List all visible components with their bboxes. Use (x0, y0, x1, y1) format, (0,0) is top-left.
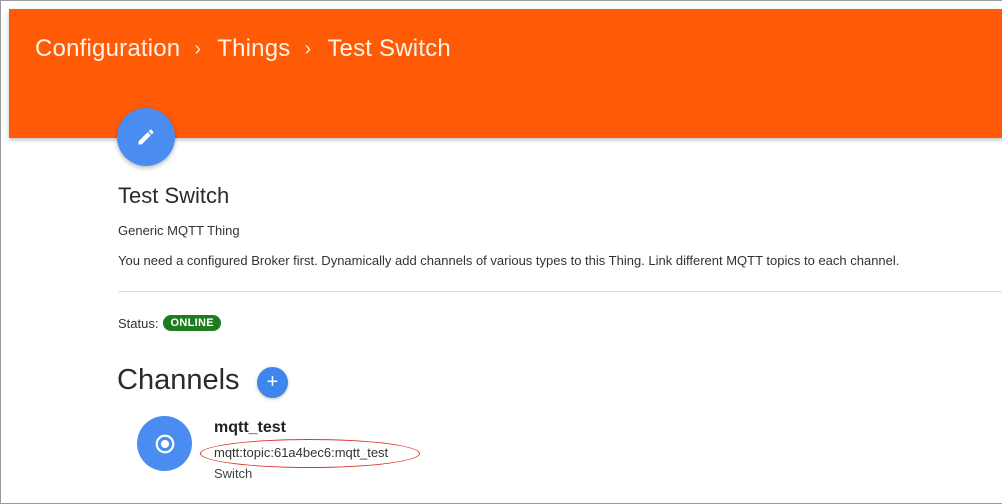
breadcrumb-separator-icon: › (194, 37, 202, 60)
thing-description: You need a configured Broker first. Dyna… (118, 253, 900, 268)
edit-thing-button[interactable] (117, 108, 175, 166)
add-channel-button[interactable]: + (257, 367, 288, 398)
pencil-icon (138, 129, 154, 145)
channel-name[interactable]: mqtt_test (214, 419, 286, 437)
channels-heading: Channels (117, 364, 240, 396)
divider (118, 291, 1002, 292)
status-badge: ONLINE (163, 315, 221, 331)
page: Configuration › Things › Test Switch Tes… (0, 0, 1002, 504)
thing-type-label: Generic MQTT Thing (118, 223, 240, 238)
radio-button-icon (155, 434, 174, 453)
channel-item-icon-button[interactable] (137, 416, 192, 471)
breadcrumb-current: Test Switch (327, 35, 451, 62)
channel-uid: mqtt:topic:61a4bec6:mqtt_test (214, 445, 389, 460)
plus-icon: + (266, 371, 279, 393)
channel-type: Switch (214, 466, 253, 481)
status-label: Status: (118, 315, 159, 331)
breadcrumb-configuration[interactable]: Configuration (35, 35, 180, 63)
status-row: Status: ONLINE (118, 315, 221, 331)
breadcrumb: Configuration › Things › Test Switch (35, 35, 451, 63)
breadcrumb-things[interactable]: Things (217, 35, 290, 63)
breadcrumb-separator-icon: › (304, 37, 312, 60)
page-title: Test Switch (118, 183, 230, 208)
